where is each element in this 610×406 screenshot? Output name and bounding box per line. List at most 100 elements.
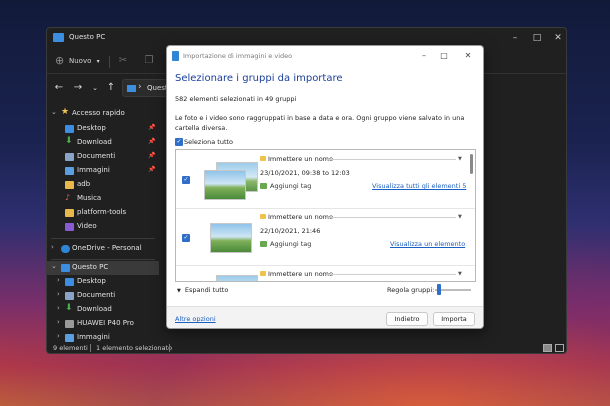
group-separator	[176, 208, 475, 209]
select-all-label: Seleziona tutto	[184, 138, 234, 146]
chevron-right-icon[interactable]: ›	[57, 304, 60, 312]
forward-arrow-icon[interactable]: →	[72, 81, 84, 95]
chevron-right-icon[interactable]: ›	[51, 243, 54, 251]
group-name-input[interactable]: Immettere un nome	[268, 155, 333, 163]
copy-icon[interactable]: ❐	[143, 55, 155, 67]
sidebar-item-quick-access[interactable]: ⌄ ★ Accesso rapido	[47, 107, 159, 121]
more-options-link[interactable]: Altre opzioni	[175, 315, 216, 323]
status-divider	[169, 344, 170, 352]
sidebar-divider	[51, 259, 155, 260]
plus-icon: ⊕	[55, 54, 65, 67]
import-group: ✓ Immettere un nome ▼ 23/10/2021, 09:38 …	[176, 152, 475, 209]
sidebar-item-desktop[interactable]: Desktop 📌	[47, 122, 159, 136]
chevron-right-icon[interactable]: ›	[57, 290, 60, 298]
group-checkbox[interactable]: ✓	[182, 176, 190, 184]
expand-all-button[interactable]: ▼ Espandi tutto	[177, 286, 228, 294]
status-divider	[90, 344, 91, 352]
maximize-icon[interactable]: □	[527, 31, 547, 45]
view-all-link[interactable]: Visualizza tutti gli elementi 5	[372, 182, 466, 190]
sidebar-item-adb[interactable]: adb	[47, 178, 159, 192]
cut-icon[interactable]: ✂	[117, 55, 129, 67]
sidebar-item-images[interactable]: Immagini 📌	[47, 164, 159, 178]
sidebar-item-label: Download	[77, 138, 112, 146]
back-button[interactable]: Indietro	[386, 312, 428, 326]
group-checkbox[interactable]: ✓	[182, 234, 190, 242]
status-bar: 9 elementi 1 elemento selezionato	[47, 341, 566, 353]
sidebar-item-label: Questo PC	[72, 263, 109, 271]
import-dialog: Importazione di immagini e video – □ ✕ S…	[166, 45, 484, 329]
chevron-down-icon[interactable]: ⌄	[51, 108, 57, 116]
sidebar-item-label: Video	[77, 222, 97, 230]
sidebar-item-download[interactable]: ⬇ Download 📌	[47, 136, 159, 150]
select-all-checkbox[interactable]: ✓	[175, 138, 183, 146]
address-bar[interactable]: › Questo PC	[122, 79, 183, 97]
sidebar-item-pc-documents[interactable]: › Documenti	[47, 289, 159, 303]
explorer-title: Questo PC	[69, 33, 106, 41]
address-chevron-icon: ›	[138, 82, 142, 92]
chevron-down-icon[interactable]: ▼	[458, 271, 462, 277]
adjust-groups-label: Regola gruppi:	[387, 286, 435, 294]
dialog-titlebar: Importazione di immagini e video – □ ✕	[167, 46, 483, 66]
sidebar-item-label: Desktop	[77, 124, 106, 132]
maximize-icon[interactable]: □	[435, 49, 453, 63]
chevron-right-icon[interactable]: ›	[57, 332, 60, 340]
sidebar-divider	[51, 238, 155, 239]
sidebar-item-platform-tools[interactable]: platform-tools	[47, 206, 159, 220]
sidebar-item-onedrive[interactable]: › OneDrive - Personal	[47, 242, 159, 256]
tiles-view-icon[interactable]	[555, 344, 564, 352]
sidebar-item-this-pc[interactable]: ⌄ Questo PC	[47, 261, 159, 275]
dialog-footer: Altre opzioni Indietro Importa	[167, 306, 483, 328]
folder-icon	[65, 181, 74, 189]
back-arrow-icon[interactable]: ←	[53, 81, 65, 95]
sidebar-item-video[interactable]: Video	[47, 220, 159, 234]
documents-icon	[65, 153, 74, 161]
dialog-title: Importazione di immagini e video	[183, 52, 293, 60]
up-arrow-icon[interactable]: ↑	[105, 81, 117, 95]
group-name-input[interactable]: Immettere un nome	[268, 213, 333, 221]
view-item-link[interactable]: Visualizza un elemento	[390, 240, 465, 248]
name-underline	[326, 274, 456, 275]
slider-thumb[interactable]	[437, 284, 441, 295]
add-tag-button[interactable]: Aggiungi tag	[270, 182, 311, 190]
details-view-icon[interactable]	[543, 344, 552, 352]
pin-icon: 📌	[148, 152, 156, 159]
chevron-down-icon[interactable]: ⌄	[51, 262, 57, 270]
import-button[interactable]: Importa	[433, 312, 475, 326]
recent-chevron-icon[interactable]: ⌄	[89, 81, 101, 95]
video-icon	[65, 223, 74, 231]
sidebar-item-pc-download[interactable]: › ⬇ Download	[47, 303, 159, 317]
sidebar-item-label: Documenti	[77, 291, 116, 299]
minimize-icon[interactable]: –	[505, 31, 525, 45]
new-button-label: Nuovo	[69, 57, 92, 65]
sidebar-item-pc-desktop[interactable]: › Desktop	[47, 275, 159, 289]
chevron-down-icon[interactable]: ▼	[458, 156, 462, 162]
close-icon[interactable]: ✕	[459, 49, 477, 63]
new-button[interactable]: ⊕ Nuovo ▾	[55, 54, 100, 68]
chevron-down-icon: ▼	[177, 288, 181, 294]
chevron-right-icon[interactable]: ›	[57, 276, 60, 284]
chevron-down-icon: ▾	[96, 58, 100, 65]
sidebar-item-documents[interactable]: Documenti 📌	[47, 150, 159, 164]
import-group: Immettere un nome ▼	[176, 267, 475, 281]
pin-icon: 📌	[148, 138, 156, 145]
name-underline	[326, 217, 456, 218]
chevron-down-icon[interactable]: ▼	[458, 214, 462, 220]
pin-icon: 📌	[148, 166, 156, 173]
desktop-icon	[65, 125, 74, 133]
add-tag-button[interactable]: Aggiungi tag	[270, 240, 311, 248]
pin-icon: 📌	[148, 124, 156, 131]
music-icon: ♪	[65, 193, 71, 202]
chevron-right-icon[interactable]: ›	[57, 318, 60, 326]
groups-list: ✓ Immettere un nome ▼ 23/10/2021, 09:38 …	[175, 149, 476, 282]
sidebar-item-huawei[interactable]: › HUAWEI P40 Pro	[47, 317, 159, 331]
download-icon: ⬇	[65, 303, 73, 313]
sidebar-item-music[interactable]: ♪ Musica	[47, 192, 159, 206]
group-name-input[interactable]: Immettere un nome	[268, 270, 333, 278]
cloud-icon	[61, 245, 70, 253]
close-icon[interactable]: ✕	[548, 31, 566, 45]
sidebar-item-label: Download	[77, 305, 112, 313]
this-pc-icon	[61, 264, 70, 272]
sidebar-item-label: OneDrive - Personal	[72, 244, 142, 252]
sidebar-item-label: Desktop	[77, 277, 106, 285]
minimize-icon[interactable]: –	[415, 49, 433, 63]
